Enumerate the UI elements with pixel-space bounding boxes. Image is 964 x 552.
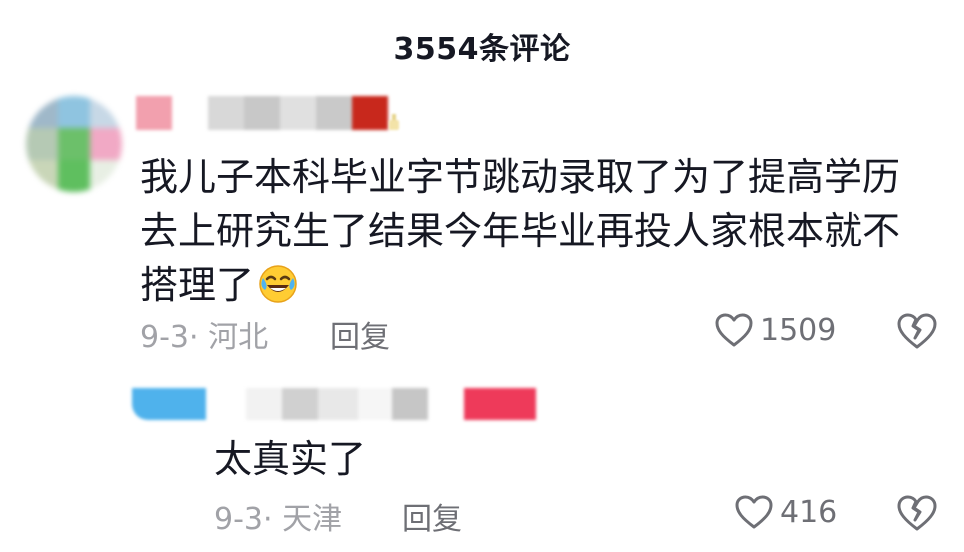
- comment-date-location: 9-3· 河北: [140, 320, 269, 355]
- username-mosaic[interactable]: [136, 96, 388, 130]
- reply-button[interactable]: 回复: [330, 312, 390, 356]
- heart-outline-icon: [715, 313, 753, 347]
- like-button[interactable]: 1509: [714, 312, 836, 348]
- reply-reply-button[interactable]: 回复: [402, 494, 462, 538]
- reply-dislike-button[interactable]: [896, 494, 938, 536]
- heart-outline-icon: [735, 495, 773, 529]
- reply-like-count: 416: [780, 494, 838, 530]
- reply-like-button[interactable]: 416: [734, 494, 837, 530]
- dislike-button[interactable]: [896, 312, 938, 354]
- broken-heart-icon: [897, 313, 937, 349]
- comment-text: 我儿子本科毕业字节跳动录取了为了提高学历去上研究生了结果今年毕业再投人家根本就不…: [140, 150, 920, 312]
- reply-username-mosaic[interactable]: [132, 388, 536, 420]
- comment-body: 我儿子本科毕业字节跳动录取了为了提高学历去上研究生了结果今年毕业再投人家根本就不…: [140, 155, 901, 307]
- like-count: 1509: [760, 312, 837, 348]
- broken-heart-icon: [897, 495, 937, 531]
- avatar[interactable]: [26, 96, 122, 192]
- laughing-crying-emoji-icon: [258, 264, 298, 304]
- reply-date-location: 9-3· 天津: [214, 502, 343, 537]
- comments-count-title: 3554条评论: [393, 32, 571, 67]
- user-badge-icon: [386, 112, 402, 132]
- reply-text: 太真实了: [214, 437, 367, 481]
